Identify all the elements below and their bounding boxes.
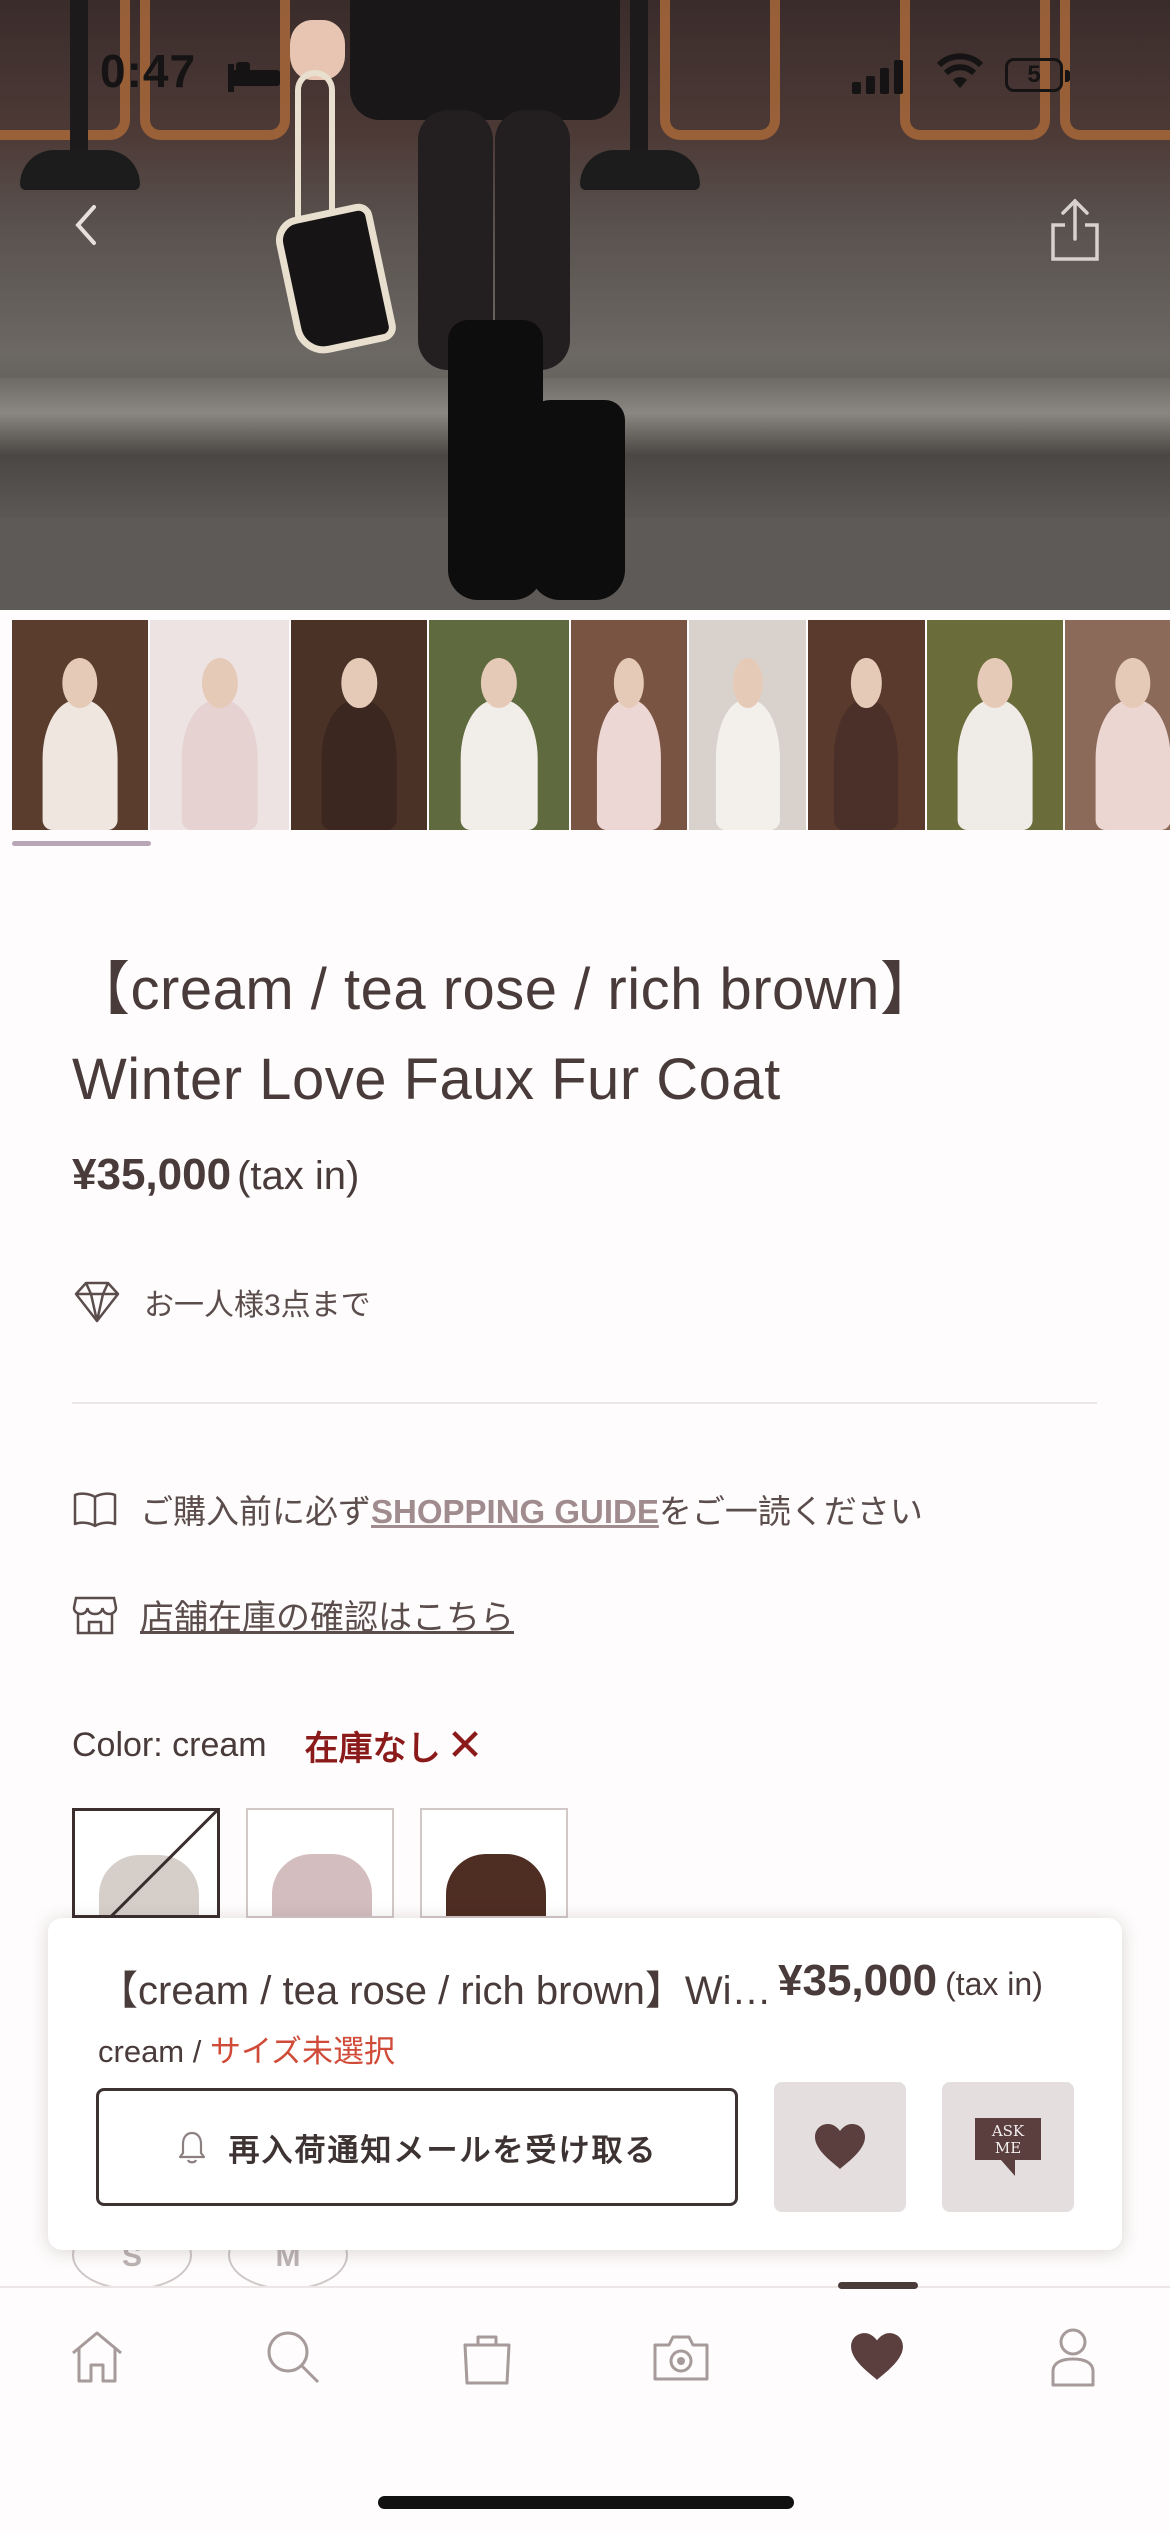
guide-suffix: をご一読ください xyxy=(658,1493,923,1530)
sleep-mode-icon xyxy=(228,60,280,100)
status-time: 0:47 xyxy=(100,45,197,97)
store-stock-link[interactable]: 店舗在庫の確認はこちら xyxy=(140,1590,514,1639)
product-thumbnail[interactable] xyxy=(926,620,1063,830)
home-indicator xyxy=(378,2496,794,2509)
favorite-button[interactable] xyxy=(774,2082,906,2212)
color-swatch-cream[interactable] xyxy=(72,1808,220,1918)
panel-selection-summary: cream / サイズ未選択 xyxy=(98,2026,395,2071)
tab-camera[interactable] xyxy=(646,2322,716,2392)
color-selection-label: Color: cream 在庫なし ✕ xyxy=(72,1720,483,1771)
tab-home[interactable] xyxy=(62,2322,132,2392)
shopping-guide-link[interactable]: SHOPPING GUIDE xyxy=(371,1493,659,1530)
cellular-signal-icon xyxy=(852,58,903,94)
book-icon xyxy=(73,1492,117,1528)
panel-product-name: 【cream / tea rose / rich brown】Winter Lo… xyxy=(98,1969,778,2013)
thumbnail-strip[interactable] xyxy=(12,620,1170,830)
color-swatch-tea-rose[interactable] xyxy=(246,1808,394,1918)
panel-selected-color: cream / xyxy=(98,2034,202,2069)
ask-me-button[interactable]: ASK ME xyxy=(942,2082,1074,2212)
product-thumbnail[interactable] xyxy=(150,620,290,830)
product-thumbnail[interactable] xyxy=(429,620,569,830)
ask-label-top: ASK xyxy=(991,2122,1025,2140)
product-thumbnail[interactable] xyxy=(808,620,925,830)
wifi-icon xyxy=(936,53,984,88)
purchase-limit-text: お一人様3点まで xyxy=(144,1289,371,1322)
home-icon xyxy=(72,2331,122,2383)
back-chevron-icon[interactable] xyxy=(60,195,110,255)
status-bar: 0:47 5 xyxy=(0,0,1170,150)
product-main-photo[interactable]: 0:47 5 xyxy=(0,0,1170,610)
user-icon xyxy=(1051,2328,1095,2387)
store-stock-row[interactable]: 店舗在庫の確認はこちら xyxy=(72,1590,514,1639)
product-title-colors: 【cream / tea rose / rich brown】 xyxy=(72,957,939,1022)
out-of-stock-label: 在庫なし xyxy=(304,1730,441,1768)
diamond-icon xyxy=(74,1281,120,1323)
panel-size-warning: サイズ未選択 xyxy=(209,2034,396,2069)
heart-icon xyxy=(815,2124,865,2169)
product-title-name: Winter Love Faux Fur Coat xyxy=(72,1047,781,1112)
tab-search[interactable] xyxy=(258,2322,328,2392)
bottom-tab-bar xyxy=(0,2282,1170,2532)
shopping-guide-row: ご購入前に必ずSHOPPING GUIDEをご一読ください xyxy=(72,1485,923,1533)
panel-price-value: ¥35,000 xyxy=(778,1956,938,2005)
product-thumbnail[interactable] xyxy=(12,620,149,830)
thumbnail-selection-indicator xyxy=(12,841,151,846)
purchase-panel: 【cream / tea rose / rich brown】Winter Lo… xyxy=(48,1918,1122,2250)
restock-notify-label: 再入荷通知メールを受け取る xyxy=(228,2132,658,2168)
search-icon xyxy=(267,2331,320,2384)
bell-icon xyxy=(178,2131,205,2164)
tab-account[interactable] xyxy=(1038,2322,1108,2392)
shopping-bag-icon xyxy=(463,2335,511,2385)
section-divider xyxy=(72,1402,1097,1404)
active-tab-indicator xyxy=(838,2282,918,2289)
purchase-limit-row: お一人様3点まで xyxy=(72,1280,371,1324)
restock-notify-button[interactable]: 再入荷通知メールを受け取る xyxy=(96,2088,738,2206)
product-title: 【cream / tea rose / rich brown】 Winter L… xyxy=(72,945,1122,1125)
panel-price: ¥35,000 (tax in) xyxy=(778,1956,1043,2006)
store-icon xyxy=(72,1596,118,1634)
product-thumbnail[interactable] xyxy=(570,620,688,830)
battery-icon: 5 xyxy=(1005,58,1070,92)
tab-favorites[interactable] xyxy=(842,2322,912,2392)
heart-icon xyxy=(851,2333,903,2380)
price-value: ¥35,000 xyxy=(72,1150,232,1199)
color-swatch-rich-brown[interactable] xyxy=(420,1808,568,1918)
product-thumbnail[interactable] xyxy=(1064,620,1170,830)
camera-icon xyxy=(653,2335,709,2381)
product-thumbnail[interactable] xyxy=(689,620,807,830)
panel-price-tax: (tax in) xyxy=(945,1966,1043,2002)
close-x-icon: ✕ xyxy=(446,1721,484,1770)
product-thumbnail[interactable] xyxy=(291,620,428,830)
tab-shop[interactable] xyxy=(452,2322,522,2392)
guide-prefix: ご購入前に必ず xyxy=(140,1493,371,1530)
product-price: ¥35,000 (tax in) xyxy=(72,1150,359,1200)
ask-me-chat-icon: ASK ME xyxy=(975,2118,1041,2176)
ask-label-bottom: ME xyxy=(995,2139,1021,2157)
color-label: Color: cream xyxy=(72,1726,267,1764)
share-icon[interactable] xyxy=(1045,195,1105,265)
price-tax-note: (tax in) xyxy=(237,1154,360,1198)
